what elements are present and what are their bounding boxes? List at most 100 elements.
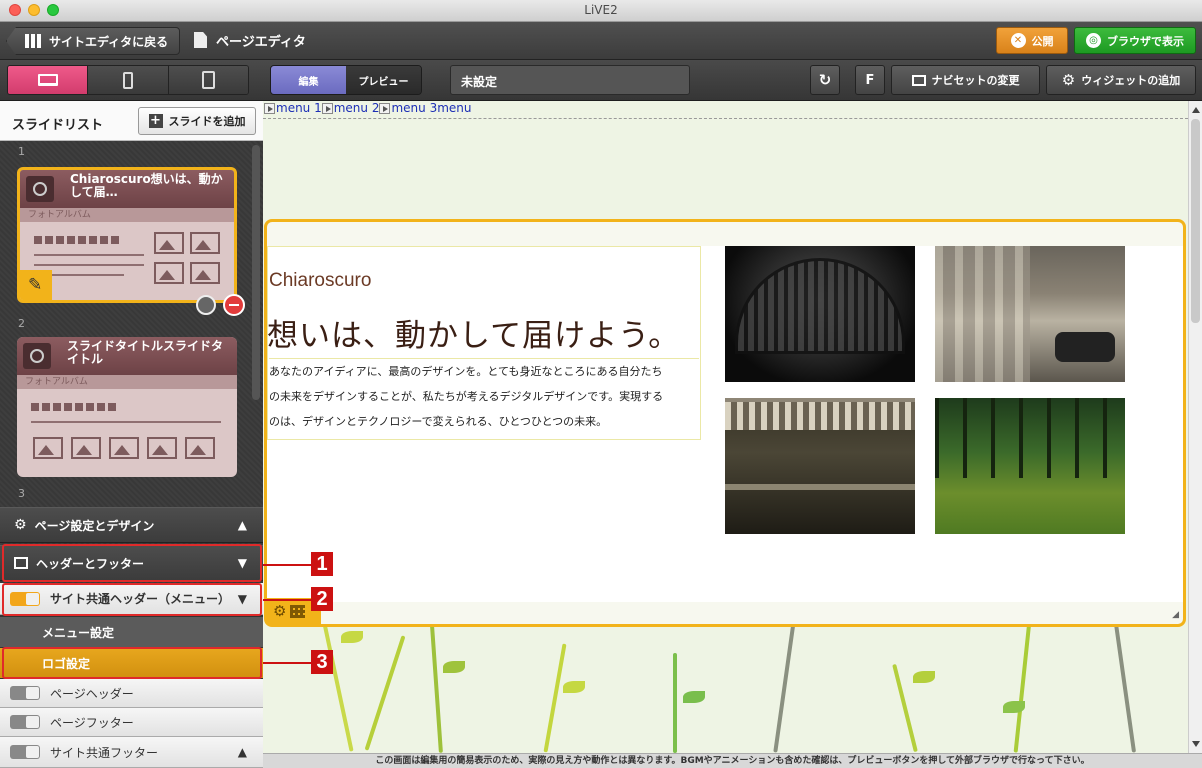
menu-item[interactable]: menu 1 [276, 101, 322, 115]
widget-label: ウィジェットの追加 [1081, 74, 1181, 87]
site-menu: menu 1 menu 2 menu 3menu [264, 101, 471, 115]
header-divider [263, 118, 1188, 119]
menu-setting-label: メニュー設定 [42, 625, 115, 640]
hero-english-title: Chiaroscuro [269, 270, 372, 291]
resize-handle-icon[interactable]: ◢ [1172, 610, 1179, 620]
callout-line-3 [263, 662, 311, 664]
sidebar: スライドリスト + スライドを追加 1 Chiaroscuro想いは、動かして届… [0, 101, 263, 768]
callout-line-2 [263, 599, 311, 601]
page-canvas[interactable]: menu 1 menu 2 menu 3menu Chiaroscuro 想いは… [263, 101, 1188, 753]
refresh-icon: ↻ [818, 71, 832, 89]
device-phone-button[interactable] [88, 66, 169, 94]
scroll-up-icon[interactable] [1192, 107, 1200, 113]
photo-temple-roof[interactable] [725, 398, 915, 534]
edit-slide-pencil-icon[interactable] [20, 270, 52, 300]
publish-icon: ✕ [1010, 33, 1026, 48]
scroll-down-icon[interactable] [1192, 741, 1200, 747]
change-navset-button[interactable]: ナビセットの変更 [891, 65, 1040, 95]
editor-toolbar: 編集 プレビュー 未設定 ↻ F ナビセットの変更 ⚙ ウィジェットの追加 [0, 60, 1202, 101]
device-tablet-button[interactable] [168, 66, 248, 94]
menu-arrow-icon [264, 102, 275, 114]
site-footer-toggle[interactable] [10, 745, 40, 759]
slide-list-scrollbar[interactable] [252, 145, 260, 400]
publish-label: 公開 [1031, 34, 1054, 48]
chevron-up-icon: ▲ [237, 745, 247, 759]
refresh-button[interactable]: ↻ [810, 65, 840, 95]
device-switcher [7, 65, 249, 95]
slide-subtitle: フォトアルバム [20, 208, 234, 222]
back-to-site-editor-button[interactable]: サイトエディタに戻る [6, 27, 180, 55]
camera-icon [26, 176, 54, 202]
canvas-scrollbar[interactable] [1188, 101, 1202, 753]
page-header-row[interactable]: ページヘッダー [0, 679, 263, 708]
page-footer-toggle[interactable] [10, 715, 40, 729]
image-placeholder-icon [185, 437, 215, 459]
text-placeholder [31, 403, 116, 411]
image-placeholder-icon [154, 232, 184, 254]
navset-icon [911, 74, 926, 86]
duplicate-slide-icon[interactable] [196, 295, 216, 315]
hero-body-line: あなたのアイディアに、最高のデザインを。とても身近なところにある自分たち [269, 365, 663, 378]
line-placeholder [34, 254, 144, 256]
delete-slide-icon[interactable] [223, 294, 245, 316]
page-footer-row[interactable]: ページフッター [0, 708, 263, 737]
slide-number: 3 [18, 487, 25, 500]
browser-label: ブラウザで表示 [1107, 34, 1184, 48]
page-design-section[interactable]: ⚙ ページ設定とデザイン ▲ [0, 507, 263, 543]
page-design-label: ページ設定とデザイン [34, 518, 155, 533]
line-placeholder [31, 421, 221, 423]
add-slide-label: スライドを追加 [168, 115, 246, 128]
hero-widget[interactable]: Chiaroscuro 想いは、動かして届けよう。 あなたのアイディアに、最高の… [264, 219, 1186, 627]
page-setting-field[interactable]: 未設定 [450, 65, 690, 95]
add-widget-button[interactable]: ⚙ ウィジェットの追加 [1046, 65, 1196, 95]
publish-button[interactable]: ✕ 公開 [996, 27, 1068, 54]
photo-moss-forest[interactable] [935, 398, 1125, 534]
highlight-box-2 [2, 583, 262, 616]
navset-label: ナビセットの変更 [931, 74, 1020, 87]
image-placeholder-icon [190, 232, 220, 254]
callout-1: 1 [311, 552, 333, 576]
image-placeholder-icon [154, 262, 184, 284]
scroll-thumb[interactable] [1191, 119, 1200, 323]
hero-heading: 想いは、動かして届けよう。 [267, 318, 681, 354]
gear-icon: ⚙ [14, 517, 27, 533]
menu-item[interactable]: menu 2 [334, 101, 380, 115]
hero-body-text: あなたのアイディアに、最高のデザインを。とても身近なところにある自分たち の未来… [269, 358, 699, 434]
add-slide-button[interactable]: + スライドを追加 [138, 107, 256, 135]
image-placeholder-icon [190, 262, 220, 284]
chevron-up-icon: ▲ [237, 518, 247, 532]
site-footer-row[interactable]: サイト共通フッター ▲ [0, 737, 263, 768]
tablet-icon [201, 71, 215, 89]
menu-item[interactable]: menu 3menu [391, 101, 471, 115]
hero-content: Chiaroscuro 想いは、動かして届けよう。 あなたのアイディアに、最高の… [267, 246, 1183, 602]
callout-3: 3 [311, 650, 333, 674]
device-desktop-button[interactable] [8, 66, 89, 94]
font-button[interactable]: F [855, 65, 885, 95]
page-header-label: ページヘッダー [50, 686, 134, 701]
menu-arrow-icon [379, 102, 391, 114]
phone-icon [122, 71, 133, 89]
sitemap-icon [25, 34, 41, 48]
callout-line-1 [263, 564, 311, 566]
laptop-icon [37, 74, 58, 86]
slide-number: 1 [18, 145, 25, 158]
menu-setting-item[interactable]: メニュー設定 [0, 617, 263, 647]
view-in-browser-button[interactable]: ◎ ブラウザで表示 [1074, 27, 1196, 54]
highlight-box-1 [2, 544, 262, 582]
slide-card-1[interactable]: Chiaroscuro想いは、動かして届… フォトアルバム [17, 167, 237, 303]
menu-arrow-icon [321, 102, 333, 114]
slide-card-2[interactable]: スライドタイトルスライドタイトル フォトアルバム [17, 337, 237, 477]
mode-preview-button[interactable]: プレビュー [346, 66, 421, 94]
page-header-toggle[interactable] [10, 686, 40, 700]
window-title: LiVE2 [584, 3, 618, 17]
grid-icon [290, 604, 306, 618]
image-placeholder-icon [147, 437, 177, 459]
photo-station-arch[interactable] [725, 246, 915, 382]
image-placeholder-icon [109, 437, 139, 459]
photo-station-platform[interactable] [935, 246, 1125, 382]
site-footer-label: サイト共通フッター [50, 745, 159, 760]
globe-icon: ◎ [1086, 33, 1101, 48]
text-placeholder [34, 236, 119, 244]
image-placeholder-icon [71, 437, 101, 459]
mode-edit-button[interactable]: 編集 [271, 66, 346, 94]
